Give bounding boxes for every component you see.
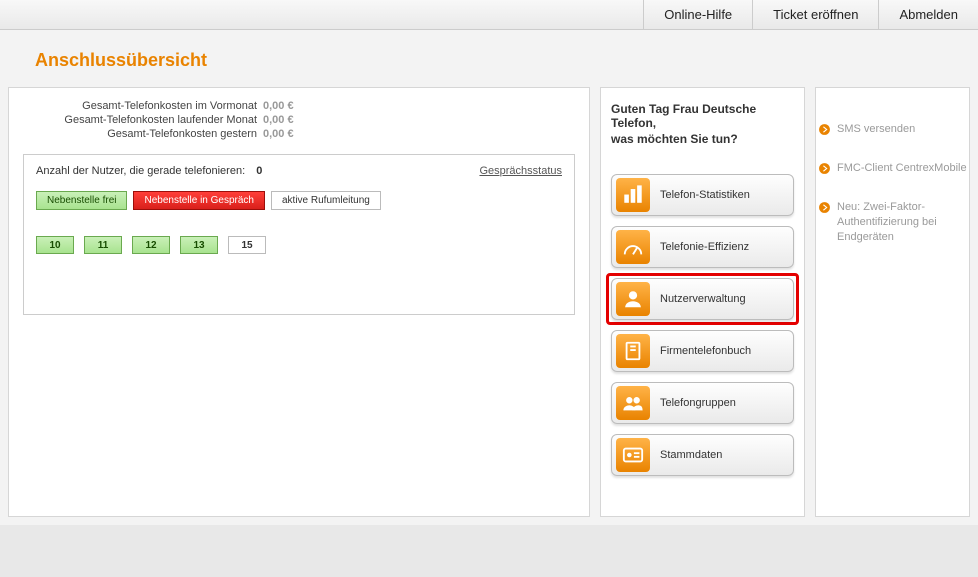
action-label: Stammdaten	[660, 449, 722, 461]
legend-fwd: aktive Rufumleitung	[271, 191, 381, 210]
actions-card: Guten Tag Frau Deutsche Telefon, was möc…	[600, 87, 805, 517]
extension-chip[interactable]: 12	[132, 236, 170, 254]
extension-chip[interactable]: 11	[84, 236, 122, 254]
user-icon	[616, 282, 650, 316]
phonebook-icon	[616, 334, 650, 368]
logout-link[interactable]: Abmelden	[878, 0, 978, 29]
sidelinks-card: SMS versenden FMC-Client CentrexMobile N…	[815, 87, 970, 517]
cost-prev-month-label: Gesamt-Telefonkosten im Vormonat	[82, 100, 257, 112]
arrow-icon	[818, 161, 831, 178]
gauge-icon	[616, 230, 650, 264]
cost-curr-month-value: 0,00 €	[263, 114, 303, 126]
cost-yesterday: Gesamt-Telefonkosten gestern 0,00 €	[23, 128, 303, 140]
active-callers-count: 0	[256, 165, 262, 177]
fmc-link[interactable]: FMC-Client CentrexMobile	[818, 161, 967, 178]
telefonie-effizienz-button[interactable]: Telefonie-Effizienz	[611, 226, 794, 268]
link-label: FMC-Client CentrexMobile	[837, 161, 967, 176]
page-title: Anschlussübersicht	[0, 30, 978, 87]
greeting-line2: was möchten Sie tun?	[611, 132, 794, 146]
id-card-icon	[616, 438, 650, 472]
chart-icon	[616, 178, 650, 212]
action-label: Telefongruppen	[660, 397, 736, 409]
cost-yesterday-value: 0,00 €	[263, 128, 303, 140]
extension-chip[interactable]: 15	[228, 236, 266, 254]
action-label: Nutzerverwaltung	[660, 293, 746, 305]
top-nav: Online-Hilfe Ticket eröffnen Abmelden	[0, 0, 978, 30]
active-callers-label: Anzahl der Nutzer, die gerade telefonier…	[36, 165, 262, 177]
call-status-panel: Anzahl der Nutzer, die gerade telefonier…	[23, 154, 575, 315]
telefongruppen-button[interactable]: Telefongruppen	[611, 382, 794, 424]
legend-busy: Nebenstelle in Gespräch	[133, 191, 265, 210]
firmentelefonbuch-button[interactable]: Firmentelefonbuch	[611, 330, 794, 372]
legend: Nebenstelle frei Nebenstelle in Gespräch…	[36, 191, 562, 210]
sms-link[interactable]: SMS versenden	[818, 122, 967, 139]
greeting-line1: Guten Tag Frau Deutsche Telefon,	[611, 102, 794, 130]
open-ticket-link[interactable]: Ticket eröffnen	[752, 0, 878, 29]
link-label: Neu: Zwei-Faktor-Authentifizierung bei E…	[837, 200, 967, 245]
action-label: Telefon-Statistiken	[660, 189, 750, 201]
cost-yesterday-label: Gesamt-Telefonkosten gestern	[107, 128, 257, 140]
extension-chip[interactable]: 13	[180, 236, 218, 254]
stammdaten-button[interactable]: Stammdaten	[611, 434, 794, 476]
call-status-link[interactable]: Gesprächsstatus	[479, 165, 562, 177]
active-callers-text: Anzahl der Nutzer, die gerade telefonier…	[36, 165, 245, 177]
extension-row: 10 11 12 13 15	[36, 236, 562, 254]
action-label: Firmentelefonbuch	[660, 345, 751, 357]
overview-card: Gesamt-Telefonkosten im Vormonat 0,00 € …	[8, 87, 590, 517]
group-icon	[616, 386, 650, 420]
cost-prev-month-value: 0,00 €	[263, 100, 303, 112]
link-label: SMS versenden	[837, 122, 915, 137]
action-label: Telefonie-Effizienz	[660, 241, 749, 253]
twofa-link[interactable]: Neu: Zwei-Faktor-Authentifizierung bei E…	[818, 200, 967, 245]
arrow-icon	[818, 200, 831, 217]
extension-chip[interactable]: 10	[36, 236, 74, 254]
cost-curr-month-label: Gesamt-Telefonkosten laufender Monat	[64, 114, 257, 126]
legend-free: Nebenstelle frei	[36, 191, 127, 210]
nutzerverwaltung-button[interactable]: Nutzerverwaltung	[611, 278, 794, 320]
help-link[interactable]: Online-Hilfe	[643, 0, 752, 29]
telefon-statistiken-button[interactable]: Telefon-Statistiken	[611, 174, 794, 216]
arrow-icon	[818, 122, 831, 139]
cost-prev-month: Gesamt-Telefonkosten im Vormonat 0,00 €	[23, 100, 303, 112]
cost-curr-month: Gesamt-Telefonkosten laufender Monat 0,0…	[23, 114, 303, 126]
